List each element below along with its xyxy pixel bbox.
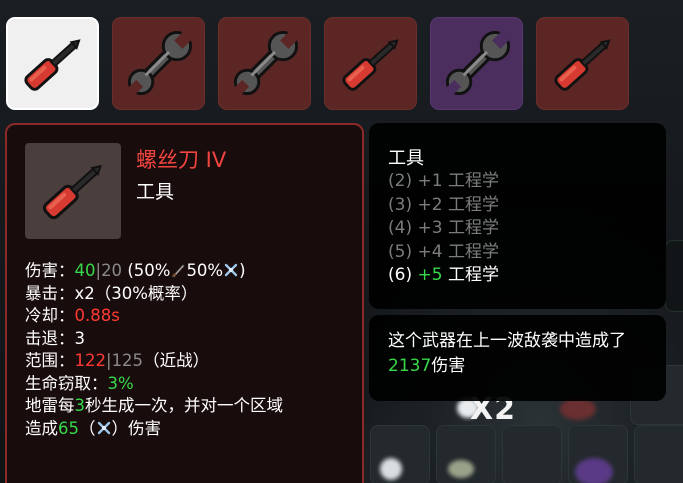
- set-bonus-tooltip: 工具 (2) +1 工程学 (3) +2 工程学 (4) +3 工程学 (5) …: [369, 123, 666, 309]
- damage-value: 40: [74, 261, 96, 280]
- stat-cooldown: 冷却：0.88s: [25, 305, 360, 328]
- tier-bonus: +1: [417, 171, 443, 191]
- weapon-slot-wrench[interactable]: [218, 17, 311, 110]
- tier-stat: 工程学: [447, 265, 499, 285]
- tier-count: (5): [388, 241, 413, 262]
- weapon-slot-screwdriver-selected[interactable]: [6, 17, 99, 110]
- item-name: 螺丝刀 IV: [136, 148, 227, 172]
- damage-scaling-close: ): [239, 261, 246, 280]
- damage-base: 20: [101, 261, 123, 280]
- bg-slot: [502, 425, 562, 483]
- special-text: （: [79, 418, 96, 438]
- stat-label: 冷却：: [25, 306, 75, 325]
- crit-value: x2（30%概率）: [74, 283, 198, 303]
- screwdriver-icon: [341, 38, 399, 91]
- tier-bonus: +3: [417, 218, 443, 238]
- stat-label: 生命窃取：: [25, 373, 108, 393]
- wrench-icon: [233, 29, 299, 95]
- set-tier: (4) +3 工程学: [388, 217, 499, 241]
- item-stats: 伤害：40|20 (50% 50%) 暴击：x2（30%概率） 冷却：0.88s …: [25, 260, 360, 440]
- melee-damage-icon: [172, 264, 185, 278]
- special-effect-line-1: 地雷每3秒生成一次，并对一个区域: [25, 395, 360, 418]
- range-suffix: （近战）: [143, 351, 210, 370]
- tier-bonus: +5: [417, 265, 443, 285]
- stat-label: 范围：: [25, 351, 75, 370]
- tier-stat: 工程学: [447, 241, 499, 262]
- stat-damage: 伤害：40|20 (50% 50%): [25, 260, 360, 283]
- item-class: 工具: [136, 181, 175, 203]
- stat-range: 范围：122|125（近战）: [25, 350, 360, 373]
- set-tier: (2) +1 工程学: [388, 170, 499, 194]
- bg-item-blob: [560, 398, 596, 420]
- engineering-icon: [224, 263, 238, 277]
- set-tier-active: (6) +5 工程学: [388, 264, 499, 288]
- item-icon-frame: [25, 143, 121, 239]
- set-tier: (5) +4 工程学: [388, 241, 499, 265]
- tier-bonus: +2: [417, 194, 443, 215]
- weapon-slot-wrench[interactable]: [430, 17, 523, 110]
- special-damage: 65: [58, 418, 79, 438]
- special-text: 地雷每: [25, 396, 75, 415]
- damage-dealt-tooltip: 这个武器在上一波敌袭中造成了 2137伤害: [369, 315, 666, 401]
- knockback-value: 3: [74, 328, 86, 348]
- screwdriver-icon: [42, 164, 102, 220]
- weapon-slot-screwdriver[interactable]: [324, 17, 417, 110]
- tier-count: (2): [388, 171, 413, 191]
- special-text: 伤害: [128, 418, 161, 438]
- screwdriver-icon: [23, 38, 81, 91]
- lifesteal-value: 3%: [107, 373, 134, 393]
- item-detail-card: 螺丝刀 IV 工具 伤害：40|20 (50% 50%) 暴击：x2（30%概率）…: [5, 123, 364, 483]
- special-effect-line-2: 造成65（ ）伤害: [25, 418, 360, 441]
- game-screen: X2 螺丝刀 IV 工具 伤害：40|20 (50% 50%) 暴击：x2（3…: [0, 0, 683, 483]
- special-text: 造成: [25, 418, 58, 438]
- set-title: 工具: [388, 148, 424, 169]
- wrench-icon: [127, 29, 193, 95]
- range-base: 125: [111, 351, 144, 370]
- damage-dealt-prefix: 这个武器在上一波敌袭中造成了: [388, 331, 626, 351]
- tier-stat: 工程学: [447, 194, 499, 215]
- tier-count: (3): [388, 194, 413, 215]
- tier-count: (4): [388, 218, 413, 238]
- screwdriver-icon: [553, 38, 611, 91]
- damage-dealt-suffix: 伤害: [431, 356, 466, 376]
- bg-slot: [665, 240, 683, 312]
- bg-item-blob: [380, 458, 402, 480]
- special-text: ）: [111, 418, 129, 438]
- special-interval: 3: [74, 396, 86, 415]
- damage-scaling: (50%: [127, 261, 171, 280]
- set-tier-list: (2) +1 工程学 (3) +2 工程学 (4) +3 工程学 (5) +4 …: [388, 170, 499, 288]
- stat-lifesteal: 生命窃取：3%: [25, 373, 360, 396]
- damage-dealt-text: 这个武器在上一波敌袭中造成了 2137伤害: [388, 329, 656, 379]
- weapon-slot-screwdriver[interactable]: [536, 17, 629, 110]
- tier-stat: 工程学: [447, 171, 499, 191]
- bg-item-blob: [575, 458, 613, 483]
- damage-dealt-value: 2137: [388, 356, 432, 376]
- tier-count: (6): [388, 265, 413, 285]
- weapon-slot-wrench[interactable]: [112, 17, 205, 110]
- tier-bonus: +4: [417, 241, 443, 262]
- stat-label: 暴击：: [25, 283, 75, 303]
- stat-crit: 暴击：x2（30%概率）: [25, 283, 360, 306]
- bg-item-blob: [448, 460, 474, 478]
- stat-label: 击退：: [25, 328, 75, 348]
- bg-slot: [634, 425, 683, 483]
- damage-scaling-2: 50%: [186, 261, 224, 280]
- stat-knockback: 击退：3: [25, 328, 360, 351]
- tier-stat: 工程学: [447, 218, 499, 238]
- special-text: 秒生成一次，并对一个区域: [85, 396, 283, 415]
- set-tier: (3) +2 工程学: [388, 194, 499, 218]
- cooldown-value: 0.88s: [74, 306, 120, 325]
- range-value: 122: [74, 351, 107, 370]
- stat-label: 伤害：: [25, 261, 75, 280]
- engineering-icon: [97, 421, 110, 434]
- wrench-icon: [445, 29, 511, 95]
